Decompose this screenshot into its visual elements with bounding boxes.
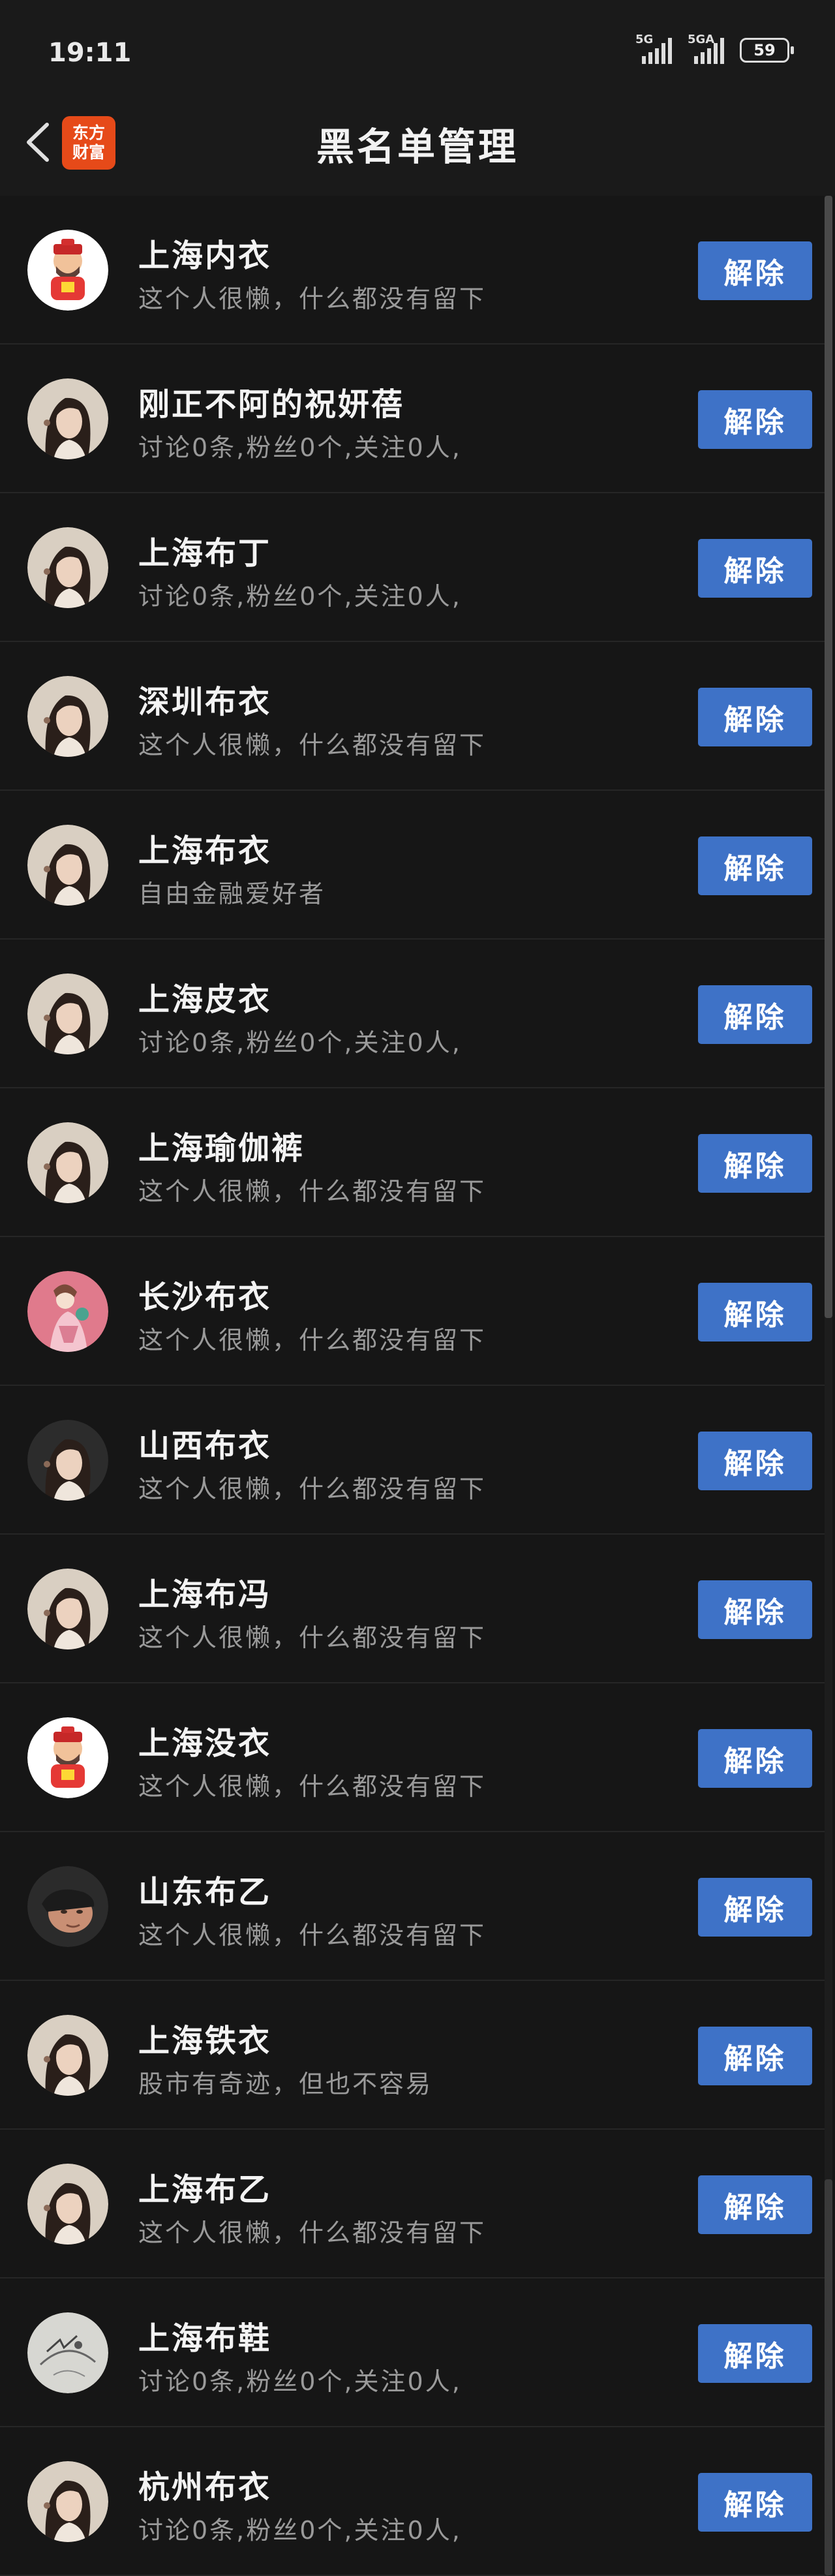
user-name[interactable]: 长沙布衣 xyxy=(138,1271,271,1317)
avatar[interactable] xyxy=(27,1866,108,1947)
user-description: 这个人很懒，什么都没有留下 xyxy=(138,1326,487,1355)
user-name[interactable]: 上海布丁 xyxy=(138,527,271,573)
unblock-button[interactable]: 解除 xyxy=(698,2324,812,2383)
user-description: 这个人很懒，什么都没有留下 xyxy=(138,2218,487,2247)
logo-text-line1: 东方 xyxy=(72,123,105,142)
battery-icon: 59 xyxy=(740,38,794,63)
unblock-button[interactable]: 解除 xyxy=(698,390,812,449)
avatar[interactable] xyxy=(27,1569,108,1649)
blocked-user-row[interactable]: 刚正不阿的祝妍蓓讨论0条,粉丝0个,关注0人, 解除 xyxy=(0,345,828,493)
page-title: 黑名单管理 xyxy=(316,125,519,169)
user-description: 讨论0条,粉丝0个,关注0人, xyxy=(138,1028,462,1057)
user-description: 股市有奇迹，但也不容易 xyxy=(138,2070,433,2098)
back-button[interactable] xyxy=(18,123,57,162)
user-name[interactable]: 上海布乙 xyxy=(138,2164,271,2209)
avatar[interactable] xyxy=(27,1717,108,1798)
unblock-button[interactable]: 解除 xyxy=(698,2473,812,2532)
scrollbar[interactable] xyxy=(825,196,832,2575)
blocked-user-row[interactable]: 上海布冯这个人很懒，什么都没有留下 解除 xyxy=(0,1535,828,1683)
unblock-button[interactable]: 解除 xyxy=(698,2027,812,2085)
blacklist: 上海内衣 这个人很懒，什么都没有留下 解除 刚正不阿的祝妍蓓 讨论0条,粉丝0个,关注0… xyxy=(0,196,828,2576)
status-bar: 19:11 5G 5GA 59 xyxy=(0,0,835,104)
avatar[interactable] xyxy=(27,378,108,459)
unblock-button[interactable]: 解除 xyxy=(698,1283,812,1342)
unblock-button[interactable]: 解除 xyxy=(698,539,812,598)
blocked-user-row[interactable]: 上海瑜伽裤这个人很懒，什么都没有留下 解除 xyxy=(0,1088,828,1237)
user-description: 讨论0条,粉丝0个,关注0人, xyxy=(138,582,462,611)
avatar[interactable] xyxy=(27,825,108,906)
avatar[interactable] xyxy=(27,2015,108,2096)
user-description: 这个人很懒，什么都没有留下 xyxy=(138,284,487,313)
unblock-button[interactable]: 解除 xyxy=(698,1134,812,1193)
blocked-user-row[interactable]: 上海内衣这个人很懒，什么都没有留下 解除 xyxy=(0,196,828,345)
avatar[interactable] xyxy=(27,974,108,1054)
avatar[interactable] xyxy=(27,1271,108,1352)
user-name[interactable]: 上海布鞋 xyxy=(138,2312,271,2358)
user-description: 讨论0条,粉丝0个,关注0人, xyxy=(138,2367,462,2396)
user-description: 这个人很懒，什么都没有留下 xyxy=(138,1475,487,1503)
blocked-user-row[interactable]: 上海布鞋讨论0条,粉丝0个,关注0人, 解除 xyxy=(0,2278,828,2427)
user-name[interactable]: 山西布衣 xyxy=(138,1420,271,1465)
user-description: 这个人很懒，什么都没有留下 xyxy=(138,1921,487,1950)
user-name[interactable]: 上海布冯 xyxy=(138,1569,271,1614)
user-name[interactable]: 上海皮衣 xyxy=(138,974,271,1019)
blocked-user-row[interactable]: 上海铁衣股市有奇迹，但也不容易 解除 xyxy=(0,1981,828,2130)
user-name[interactable]: 山东布乙 xyxy=(138,1866,271,1912)
blocked-user-row[interactable]: 杭州布衣讨论0条,粉丝0个,关注0人, 解除 xyxy=(0,2427,828,2576)
unblock-button[interactable]: 解除 xyxy=(698,836,812,895)
user-description: 讨论0条,粉丝0个,关注0人, xyxy=(138,2516,462,2545)
unblock-button[interactable]: 解除 xyxy=(698,241,812,300)
user-description: 这个人很懒，什么都没有留下 xyxy=(138,1623,487,1652)
unblock-button[interactable]: 解除 xyxy=(698,688,812,746)
unblock-button[interactable]: 解除 xyxy=(698,1729,812,1788)
blocked-user-row[interactable]: 上海布乙这个人很懒，什么都没有留下 解除 xyxy=(0,2130,828,2278)
user-name[interactable]: 刚正不阿的祝妍蓓 xyxy=(138,378,404,424)
scrollbar-thumb-lower xyxy=(825,2179,832,2575)
user-description: 这个人很懒，什么都没有留下 xyxy=(138,1772,487,1801)
logo-text-line2: 财富 xyxy=(72,143,105,162)
user-name[interactable]: 上海铁衣 xyxy=(138,2015,271,2061)
status-time: 19:11 xyxy=(48,38,132,68)
blocked-user-row[interactable]: 上海皮衣讨论0条,粉丝0个,关注0人, 解除 xyxy=(0,940,828,1088)
user-name[interactable]: 深圳布衣 xyxy=(138,676,271,722)
blocked-user-row[interactable]: 深圳布衣这个人很懒，什么都没有留下 解除 xyxy=(0,642,828,791)
scrollbar-thumb[interactable] xyxy=(825,196,832,1318)
user-name[interactable]: 上海内衣 xyxy=(138,230,271,275)
battery-level: 59 xyxy=(753,41,776,59)
user-name[interactable]: 上海瑜伽裤 xyxy=(138,1122,305,1168)
status-icons: 5G 5GA 59 xyxy=(635,33,794,64)
blocked-user-row[interactable]: 山东布乙这个人很懒，什么都没有留下 解除 xyxy=(0,1832,828,1981)
user-description: 这个人很懒，什么都没有留下 xyxy=(138,1177,487,1206)
blocked-user-row[interactable]: 上海没衣这个人很懒，什么都没有留下 解除 xyxy=(0,1683,828,1832)
unblock-button[interactable]: 解除 xyxy=(698,1580,812,1639)
blocked-user-row[interactable]: 长沙布衣这个人很懒，什么都没有留下 解除 xyxy=(0,1237,828,1386)
chevron-left-icon xyxy=(27,123,49,162)
blocked-user-row[interactable]: 山西布衣这个人很懒，什么都没有留下 解除 xyxy=(0,1386,828,1535)
avatar[interactable] xyxy=(27,527,108,608)
unblock-button[interactable]: 解除 xyxy=(698,2175,812,2234)
unblock-button[interactable]: 解除 xyxy=(698,985,812,1044)
avatar[interactable] xyxy=(27,2164,108,2245)
signal-5ga-icon: 5GA xyxy=(688,33,728,64)
user-description: 自由金融爱好者 xyxy=(138,880,326,908)
blocked-user-row[interactable]: 上海布衣自由金融爱好者 解除 xyxy=(0,791,828,940)
header: 黑名单管理 东方 财富 xyxy=(0,104,835,196)
user-description: 这个人很懒，什么都没有留下 xyxy=(138,731,487,759)
user-name[interactable]: 上海布衣 xyxy=(138,825,271,870)
user-name[interactable]: 上海没衣 xyxy=(138,1717,271,1763)
avatar[interactable] xyxy=(27,2461,108,2542)
avatar[interactable] xyxy=(27,676,108,757)
signal-5g-icon: 5G xyxy=(635,33,676,64)
user-description: 讨论0条,粉丝0个,关注0人, xyxy=(138,433,462,462)
user-name[interactable]: 杭州布衣 xyxy=(138,2461,271,2507)
avatar[interactable] xyxy=(27,230,108,311)
unblock-button[interactable]: 解除 xyxy=(698,1878,812,1937)
unblock-button[interactable]: 解除 xyxy=(698,1432,812,1490)
blocked-user-row[interactable]: 上海布丁讨论0条,粉丝0个,关注0人, 解除 xyxy=(0,493,828,642)
avatar[interactable] xyxy=(27,1122,108,1203)
app-logo: 东方 财富 xyxy=(62,116,115,170)
avatar[interactable] xyxy=(27,2312,108,2393)
avatar[interactable] xyxy=(27,1420,108,1501)
